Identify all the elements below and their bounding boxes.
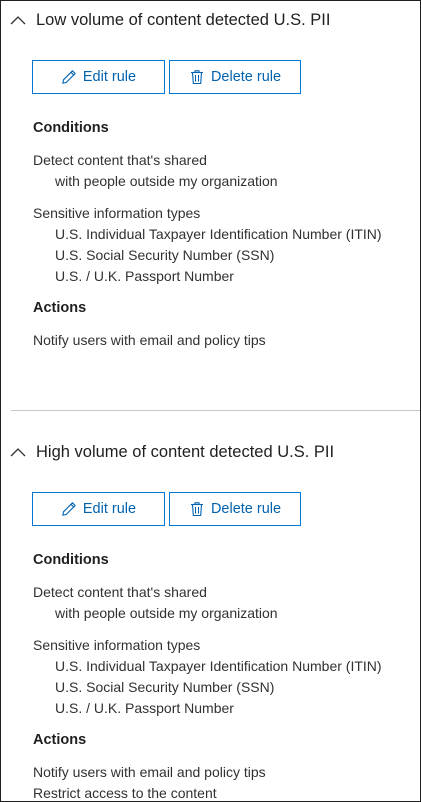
sensitive-type-item: U.S. / U.K. Passport Number — [55, 700, 234, 716]
pencil-icon — [62, 70, 76, 84]
sensitive-type-item: U.S. / U.K. Passport Number — [55, 268, 234, 284]
condition-detect-line: Detect content that's shared — [33, 152, 207, 168]
sensitive-type-item: U.S. Individual Taxpayer Identification … — [55, 658, 382, 674]
sensitive-types-heading: Sensitive information types — [33, 205, 201, 221]
delete-rule-button[interactable]: Delete rule — [169, 492, 301, 526]
pencil-icon — [62, 502, 76, 516]
trash-icon — [190, 502, 203, 517]
conditions-heading: Conditions — [33, 552, 109, 568]
actions-heading: Actions — [33, 732, 87, 748]
conditions-heading: Conditions — [33, 120, 109, 136]
rule-header[interactable]: Low volume of content detected U.S. PII — [9, 8, 330, 32]
sensitive-type-item: U.S. Social Security Number (SSN) — [55, 247, 275, 263]
delete-rule-button[interactable]: Delete rule — [169, 60, 301, 94]
rule-actions: Edit rule Delete rule — [32, 492, 301, 526]
edit-rule-label: Edit rule — [82, 501, 137, 517]
condition-detect-target: with people outside my organization — [55, 173, 278, 189]
actions-heading: Actions — [33, 300, 87, 316]
condition-detect-target: with people outside my organization — [55, 605, 278, 621]
sensitive-types-heading: Sensitive information types — [33, 637, 201, 653]
edit-rule-button[interactable]: Edit rule — [32, 492, 165, 526]
delete-rule-label: Delete rule — [210, 69, 282, 85]
rule-header[interactable]: High volume of content detected U.S. PII — [9, 440, 334, 464]
action-item: Restrict access to the content — [33, 785, 217, 801]
rule-actions: Edit rule Delete rule — [32, 60, 301, 94]
rule-divider — [11, 410, 420, 411]
delete-rule-label: Delete rule — [210, 501, 282, 517]
edit-rule-button[interactable]: Edit rule — [32, 60, 165, 94]
edit-rule-label: Edit rule — [82, 69, 137, 85]
chevron-up-icon[interactable] — [9, 445, 27, 459]
rules-panel: Low volume of content detected U.S. PII … — [0, 0, 421, 802]
rule-title: Low volume of content detected U.S. PII — [36, 10, 331, 29]
trash-icon — [190, 70, 203, 85]
sensitive-type-item: U.S. Individual Taxpayer Identification … — [55, 226, 382, 242]
chevron-up-icon[interactable] — [9, 13, 27, 27]
action-item: Notify users with email and policy tips — [33, 764, 266, 780]
rule-title: High volume of content detected U.S. PII — [36, 442, 335, 461]
sensitive-type-item: U.S. Social Security Number (SSN) — [55, 679, 275, 695]
action-item: Notify users with email and policy tips — [33, 332, 266, 348]
condition-detect-line: Detect content that's shared — [33, 584, 207, 600]
